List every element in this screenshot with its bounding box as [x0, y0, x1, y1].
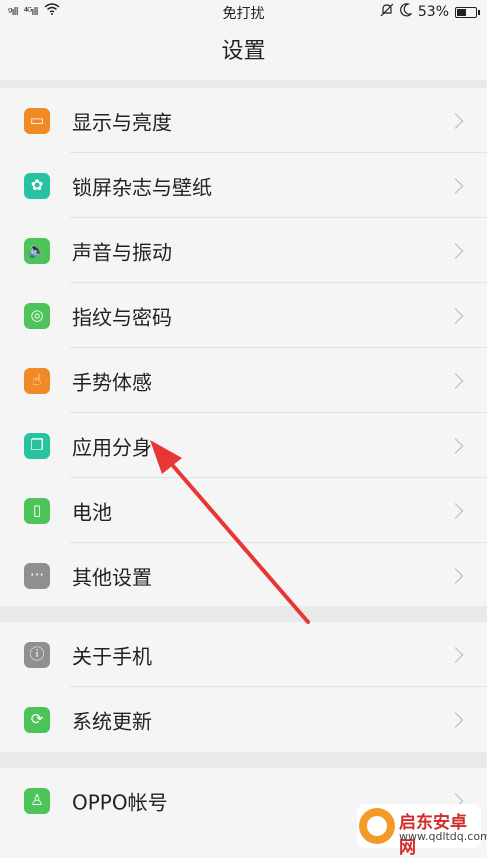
- settings-item[interactable]: ⟳ 系统更新: [0, 687, 487, 752]
- account-icon: ♙: [24, 787, 50, 814]
- update-icon: ⟳: [24, 706, 50, 733]
- battery-icon: ▯: [24, 497, 50, 524]
- settings-item-label: 应用分身: [72, 435, 152, 459]
- settings-item-label: 关于手机: [72, 644, 152, 668]
- watermark-logo-icon: [359, 808, 395, 844]
- chevron-right-icon: [447, 567, 464, 584]
- settings-group-display: ▭ 显示与亮度 ✿ 锁屏杂志与壁纸 🔈 声音与振动 ◎ 指纹与密码 ☝ 手势体感 ❐ 应用分身 ▯ 电池 ·…: [0, 88, 487, 608]
- settings-item[interactable]: ▯ 电池: [0, 478, 487, 543]
- settings-item-label: 锁屏杂志与壁纸: [72, 175, 212, 199]
- chevron-right-icon: [447, 646, 464, 663]
- settings-item-label: 系统更新: [72, 709, 152, 733]
- more-dots-icon: ···: [24, 562, 50, 589]
- section-divider: [0, 752, 487, 768]
- watermark-logo: 启东安卓网 www.qdltdq.com: [357, 804, 487, 858]
- settings-item[interactable]: ◎ 指纹与密码: [0, 283, 487, 348]
- settings-item-label: 手势体感: [72, 370, 152, 394]
- settings-item[interactable]: ✿ 锁屏杂志与壁纸: [0, 153, 487, 218]
- section-divider: [0, 80, 487, 88]
- display-icon: ▭: [24, 107, 50, 134]
- mute-bell-icon: [380, 3, 394, 21]
- chevron-right-icon: [447, 711, 464, 728]
- settings-item-label: 声音与振动: [72, 240, 172, 264]
- settings-item[interactable]: ⓘ 关于手机: [0, 622, 487, 687]
- speaker-icon: 🔈: [24, 237, 50, 264]
- section-divider: [0, 606, 487, 622]
- fingerprint-icon: ◎: [24, 302, 50, 329]
- settings-item[interactable]: ▭ 显示与亮度: [0, 88, 487, 153]
- chevron-right-icon: [447, 177, 464, 194]
- settings-item-label: 指纹与密码: [72, 305, 172, 329]
- settings-item[interactable]: ··· 其他设置: [0, 543, 487, 608]
- chevron-right-icon: [447, 242, 464, 259]
- page-title: 设置: [221, 39, 266, 64]
- chevron-right-icon: [447, 437, 464, 454]
- settings-item[interactable]: ❐ 应用分身: [0, 413, 487, 478]
- settings-item[interactable]: ☝ 手势体感: [0, 348, 487, 413]
- settings-item-label: OPPO帐号: [72, 790, 168, 814]
- wallpaper-flower-icon: ✿: [24, 172, 50, 199]
- settings-item-label: 电池: [72, 500, 112, 524]
- gesture-hand-icon: ☝: [24, 367, 50, 394]
- chevron-right-icon: [447, 307, 464, 324]
- app-clone-icon: ❐: [24, 432, 50, 459]
- chevron-right-icon: [447, 112, 464, 129]
- status-bar: ᵍıll ⁴ᴳıll 免打扰 53%: [0, 0, 487, 24]
- info-icon: ⓘ: [24, 641, 50, 668]
- chevron-right-icon: [447, 372, 464, 389]
- watermark-url: www.qdltdq.com: [399, 830, 487, 843]
- moon-icon: [399, 3, 413, 21]
- battery-percent: 53%: [417, 4, 449, 20]
- settings-item-label: 其他设置: [72, 565, 152, 589]
- battery-icon: [455, 6, 480, 18]
- settings-item[interactable]: 🔈 声音与振动: [0, 218, 487, 283]
- settings-group-system: ⓘ 关于手机 ⟳ 系统更新: [0, 622, 487, 752]
- chevron-right-icon: [447, 502, 464, 519]
- settings-item-label: 显示与亮度: [72, 110, 172, 134]
